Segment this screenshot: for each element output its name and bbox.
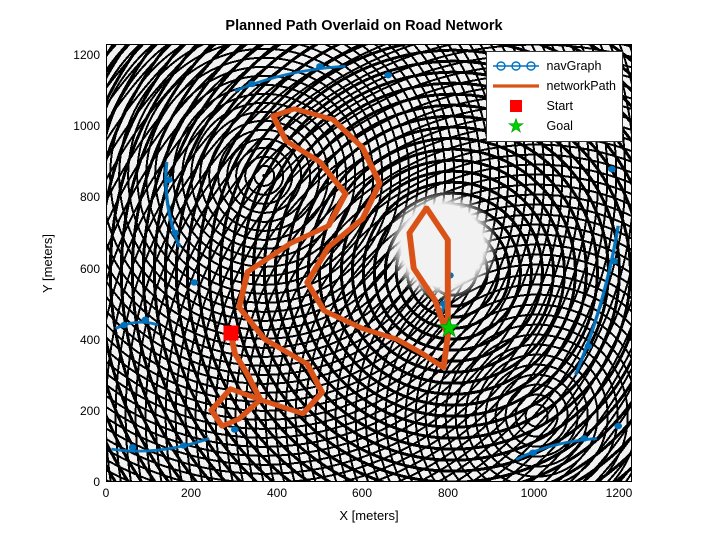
xtick-3: 600 bbox=[352, 486, 372, 500]
ytick-5: 1000 bbox=[60, 119, 100, 133]
legend-label-goal: Goal bbox=[547, 119, 573, 133]
y-axis-label-text: Y [meters] bbox=[40, 233, 55, 292]
ytick-0: 0 bbox=[60, 475, 100, 489]
navgraph-swatch bbox=[493, 57, 539, 75]
ytick-3: 600 bbox=[60, 262, 100, 276]
xtick-2: 400 bbox=[267, 486, 287, 500]
figure-root: Planned Path Overlaid on Road Network bbox=[0, 0, 728, 546]
xtick-6: 1200 bbox=[606, 486, 633, 500]
legend[interactable]: navGraph networkPath Start Goal bbox=[486, 51, 623, 142]
xtick-4: 800 bbox=[438, 486, 458, 500]
ytick-6: 1200 bbox=[60, 48, 100, 62]
axes: navGraph networkPath Start Goal bbox=[106, 44, 632, 482]
legend-item-start: Start bbox=[493, 96, 616, 116]
start-marker bbox=[224, 326, 239, 341]
networkpath-swatch bbox=[493, 77, 539, 95]
legend-item-goal: Goal bbox=[493, 116, 616, 136]
ytick-1: 200 bbox=[60, 404, 100, 418]
legend-label-navgraph: navGraph bbox=[547, 59, 602, 73]
xtick-5: 1000 bbox=[521, 486, 548, 500]
legend-item-navgraph: navGraph bbox=[493, 56, 616, 76]
x-axis-label: X [meters] bbox=[106, 508, 632, 523]
plot-title: Planned Path Overlaid on Road Network bbox=[0, 18, 728, 34]
ytick-2: 400 bbox=[60, 333, 100, 347]
xtick-1: 200 bbox=[181, 486, 201, 500]
xtick-0: 0 bbox=[103, 486, 110, 500]
y-axis-label: Y [meters] bbox=[38, 44, 56, 482]
legend-label-start: Start bbox=[547, 99, 573, 113]
goal-swatch bbox=[493, 117, 539, 135]
legend-item-networkpath: networkPath bbox=[493, 76, 616, 96]
goal-marker bbox=[438, 317, 460, 339]
legend-label-networkpath: networkPath bbox=[547, 79, 616, 93]
start-swatch bbox=[493, 97, 539, 115]
ytick-4: 800 bbox=[60, 190, 100, 204]
